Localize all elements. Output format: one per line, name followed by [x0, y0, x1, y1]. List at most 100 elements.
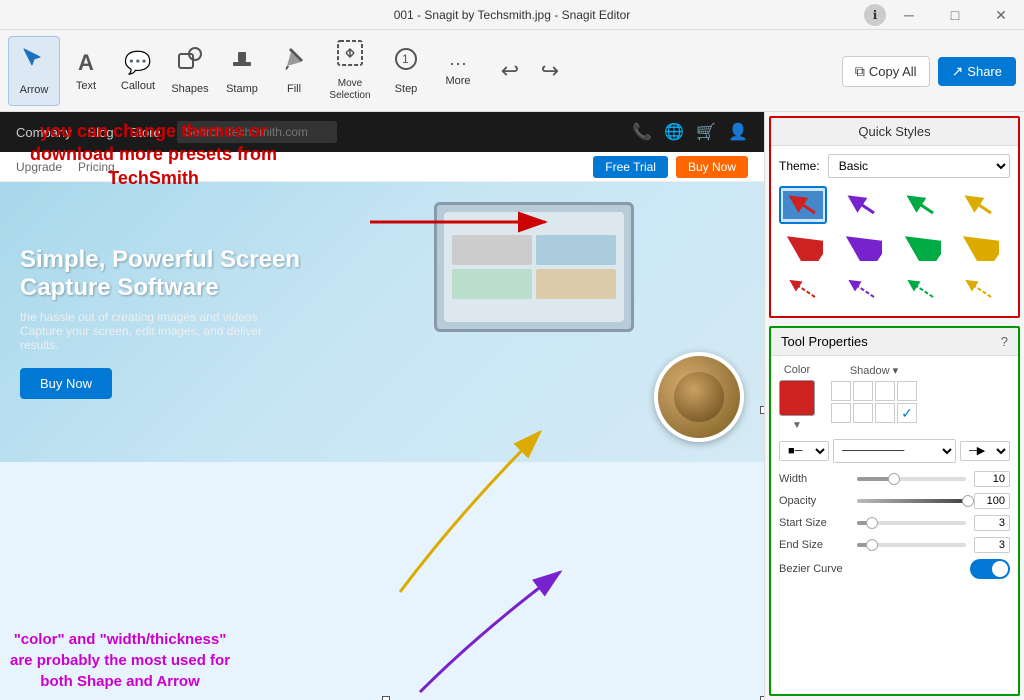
style-item-2[interactable]	[838, 186, 886, 224]
width-slider[interactable]	[857, 477, 966, 481]
redo-button[interactable]: ↪	[532, 36, 568, 106]
shadow-cell-8-checked[interactable]: ✓	[897, 403, 917, 423]
hero-section: Simple, Powerful ScreenCapture Software …	[0, 182, 764, 462]
width-input[interactable]	[974, 471, 1010, 487]
style-item-4[interactable]	[955, 186, 1003, 224]
shapes-tool-label: Shapes	[171, 83, 208, 95]
step-tool[interactable]: 1 Step	[380, 36, 432, 106]
close-button[interactable]: ✕	[978, 0, 1024, 30]
share-button[interactable]: ↗ Share	[938, 57, 1016, 86]
end-size-input[interactable]	[974, 537, 1010, 553]
shadow-cell-1[interactable]	[831, 381, 851, 401]
callout-icon: 💬	[124, 50, 151, 76]
end-size-label: End Size	[779, 539, 849, 551]
theme-dropdown[interactable]: Basic Modern Classic	[828, 154, 1010, 178]
opacity-row: Opacity	[779, 493, 1010, 509]
shadow-cell-4[interactable]	[897, 381, 917, 401]
style-item-7[interactable]	[897, 228, 945, 266]
style-item-8[interactable]	[955, 228, 1003, 266]
arrow-tool-label: Arrow	[20, 84, 49, 96]
line-style-row: ■─ ●─ ──────── ━━━━━━ ─▶ ─▷ ─◆	[779, 439, 1010, 463]
svg-text:1: 1	[402, 52, 409, 66]
canvas-resize-handle-corner[interactable]	[760, 696, 764, 700]
start-size-row: Start Size	[779, 515, 1010, 531]
line-thickness-select[interactable]: ──────── ━━━━━━	[833, 439, 956, 463]
shadow-cell-2[interactable]	[853, 381, 873, 401]
shadow-cell-5[interactable]	[831, 403, 851, 423]
color-label: Color	[779, 364, 815, 376]
stamp-tool-label: Stamp	[226, 83, 258, 95]
title-bar: 001 - Snagit by Techsmith.jpg - Snagit E…	[0, 0, 1024, 30]
tool-properties-panel: Tool Properties ? Color ▼ Shadow ▾	[769, 326, 1020, 696]
theme-label: Theme:	[779, 159, 820, 173]
quick-styles-header: Quick Styles	[771, 118, 1018, 146]
shadow-grid: ✓	[831, 381, 917, 423]
undo-button[interactable]: ↩	[492, 36, 528, 106]
step-tool-label: Step	[395, 83, 418, 95]
style-item-5[interactable]	[779, 228, 827, 266]
style-item-10[interactable]	[838, 270, 886, 308]
window-title: 001 - Snagit by Techsmith.jpg - Snagit E…	[394, 8, 631, 22]
arrow-tool[interactable]: Arrow	[8, 36, 60, 106]
end-size-row: End Size	[779, 537, 1010, 553]
fill-tool-label: Fill	[287, 83, 301, 95]
canvas-resize-handle-right[interactable]	[760, 406, 764, 414]
info-button[interactable]: ℹ	[864, 4, 886, 26]
props-help[interactable]: ?	[1001, 334, 1008, 349]
callout-tool[interactable]: 💬 Callout	[112, 36, 164, 106]
window-controls: ─ □ ✕	[886, 0, 1024, 30]
style-item-1[interactable]	[779, 186, 827, 224]
start-size-label: Start Size	[779, 517, 849, 529]
redo-icon: ↪	[541, 58, 559, 84]
share-icon: ↗	[952, 63, 964, 80]
callout-tool-label: Callout	[121, 80, 155, 92]
text-tool[interactable]: A Text	[60, 36, 112, 106]
shadow-cell-6[interactable]	[853, 403, 873, 423]
style-item-11[interactable]	[897, 270, 945, 308]
color-swatch[interactable]	[779, 380, 815, 416]
sub-nav-pricing: Pricing	[78, 160, 115, 174]
minimize-button[interactable]: ─	[886, 0, 932, 30]
style-item-12[interactable]	[955, 270, 1003, 308]
stamp-tool[interactable]: Stamp	[216, 36, 268, 106]
color-dropdown-arrow[interactable]: ▼	[779, 420, 815, 431]
style-item-6[interactable]	[838, 228, 886, 266]
shadow-cell-3[interactable]	[875, 381, 895, 401]
coffee-cup	[654, 352, 744, 442]
move-selection-icon	[336, 39, 364, 74]
line-cap-select[interactable]: ■─ ●─	[779, 441, 829, 461]
shapes-tool[interactable]: Shapes	[164, 36, 216, 106]
main-area: Company Blog Store 📞🌐🛒👤 Upgrade Pricing …	[0, 112, 1024, 700]
start-size-slider[interactable]	[857, 521, 966, 525]
copy-all-button[interactable]: ⧉ Copy All	[842, 56, 930, 87]
theme-row: Theme: Basic Modern Classic	[779, 154, 1010, 178]
start-size-input[interactable]	[974, 515, 1010, 531]
undo-icon: ↩	[501, 58, 519, 84]
opacity-slider[interactable]	[857, 499, 966, 503]
end-size-slider[interactable]	[857, 543, 966, 547]
style-item-3[interactable]	[897, 186, 945, 224]
move-selection-tool[interactable]: Move Selection	[320, 36, 380, 106]
canvas-resize-handle-bottom[interactable]	[382, 696, 390, 700]
maximize-button[interactable]: □	[932, 0, 978, 30]
fill-tool[interactable]: Fill	[268, 36, 320, 106]
step-icon: 1	[393, 46, 419, 79]
color-section: Color ▼	[779, 364, 815, 431]
nav-company: Company	[16, 125, 72, 140]
quick-styles-panel: Quick Styles Theme: Basic Modern Classic	[769, 116, 1020, 318]
canvas-area[interactable]: Company Blog Store 📞🌐🛒👤 Upgrade Pricing …	[0, 112, 764, 700]
more-tools-button[interactable]: ⋯ More	[432, 36, 484, 106]
shadow-cell-7[interactable]	[875, 403, 895, 423]
bezier-label: Bezier Curve	[779, 563, 849, 575]
opacity-input[interactable]	[974, 493, 1010, 509]
color-shadow-row: Color ▼ Shadow ▾	[779, 364, 1010, 431]
bezier-toggle[interactable]	[970, 559, 1010, 579]
arrow-end-select[interactable]: ─▶ ─▷ ─◆	[960, 441, 1010, 461]
more-tools-icon: ⋯	[449, 54, 467, 75]
free-trial-button: Free Trial	[593, 156, 668, 178]
shadow-label[interactable]: Shadow ▾	[831, 364, 917, 377]
hero-title: Simple, Powerful ScreenCapture Software	[20, 246, 300, 302]
nav-icons: 📞🌐🛒👤	[632, 122, 748, 142]
style-item-9[interactable]	[779, 270, 827, 308]
shapes-icon	[177, 46, 203, 79]
